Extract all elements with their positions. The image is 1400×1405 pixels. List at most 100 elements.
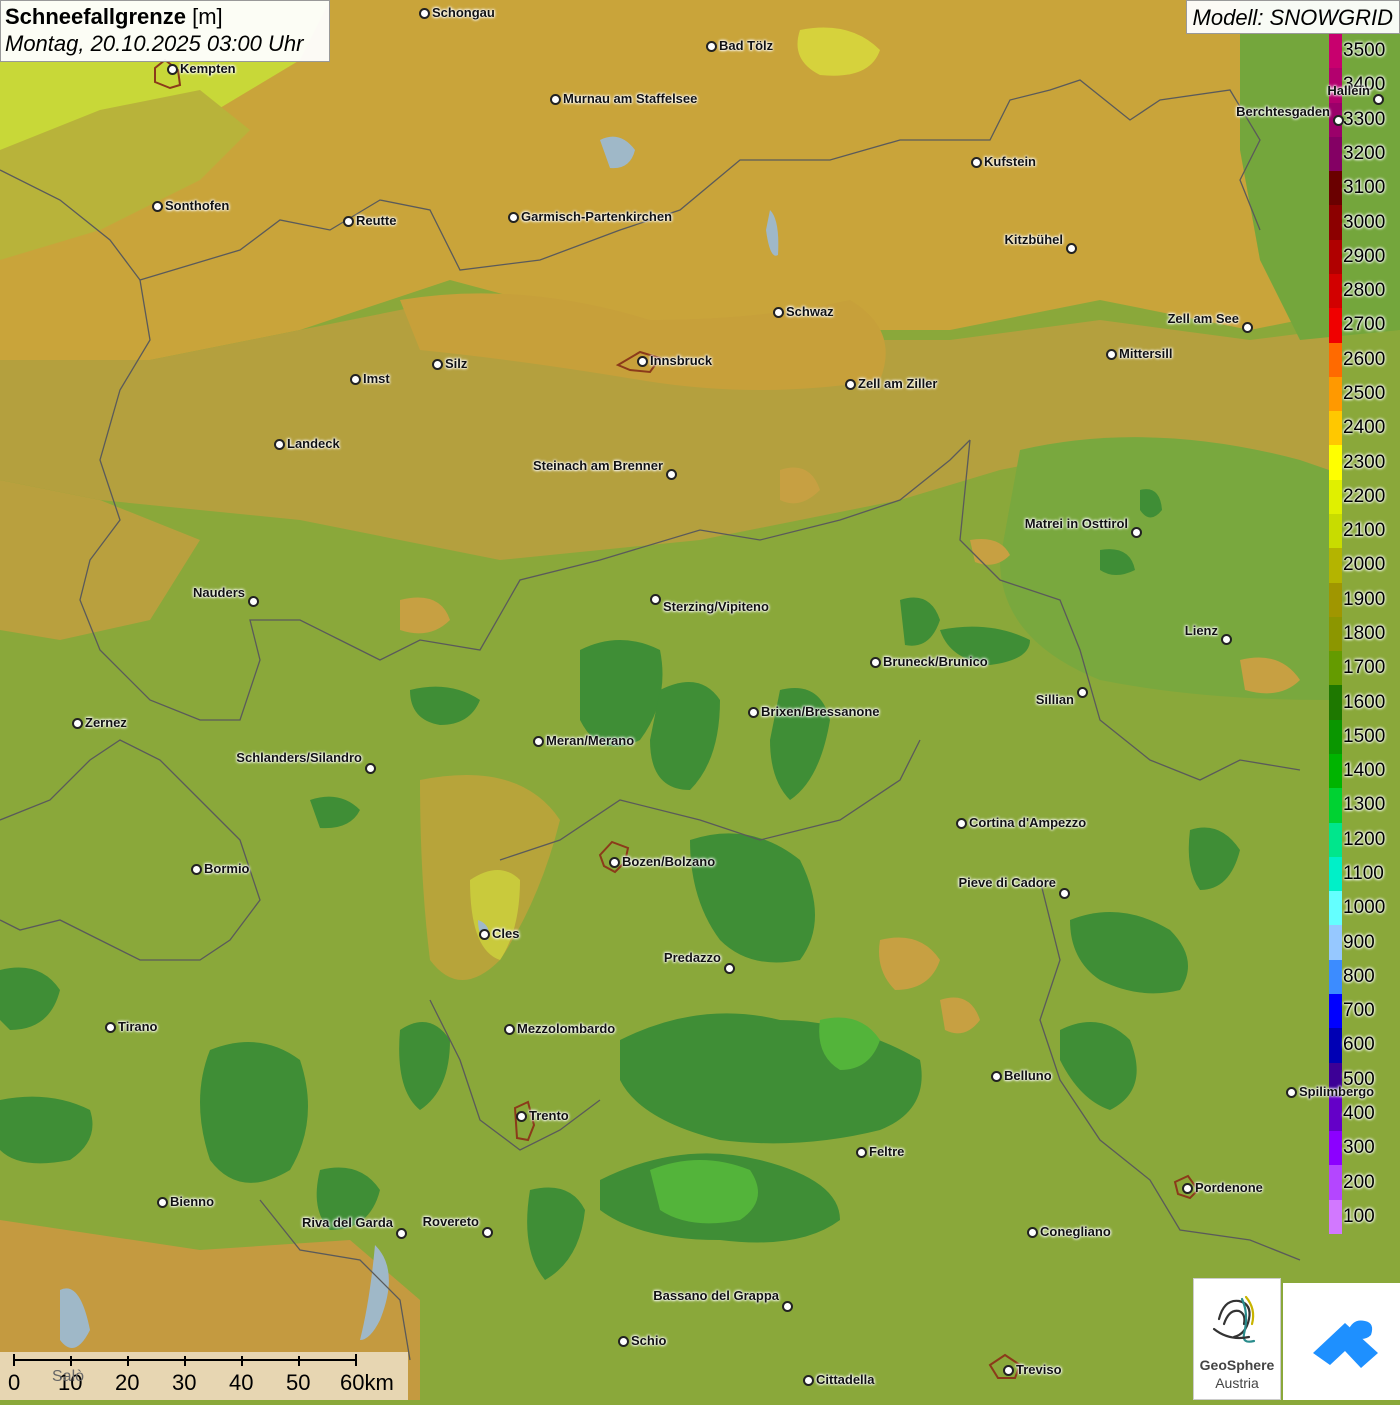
city-dot-icon	[191, 864, 202, 875]
city-dot-icon	[1373, 94, 1384, 105]
city-label: Sterzing/Vipiteno	[663, 599, 769, 614]
geosphere-logo-line2: Austria	[1215, 1375, 1259, 1391]
legend-label: 1400	[1343, 760, 1386, 782]
legend-label: 1300	[1343, 794, 1386, 816]
city-label: Brixen/Bressanone	[761, 704, 880, 719]
city-label: Zernez	[85, 715, 127, 730]
city-label: Tirano	[118, 1019, 158, 1034]
scale-label: 20	[115, 1370, 140, 1395]
city-dot-icon	[1066, 243, 1077, 254]
legend-label: 2800	[1343, 280, 1386, 302]
city-label: Imst	[363, 371, 390, 386]
legend-swatch	[1329, 1028, 1342, 1064]
city-dot-icon	[1106, 349, 1117, 360]
city-label: Hallein	[1327, 83, 1370, 98]
city-label: Schio	[631, 1333, 667, 1348]
scale-label: 30	[172, 1370, 197, 1395]
city-dot-icon	[365, 763, 376, 774]
city-dot-icon	[845, 379, 856, 390]
legend-swatch	[1329, 514, 1342, 549]
legend-label: 1200	[1343, 828, 1386, 850]
city-label: Bruneck/Brunico	[883, 654, 988, 669]
legend-label: 1500	[1343, 725, 1386, 747]
city-dot-icon	[350, 374, 361, 385]
city-dot-icon	[1059, 888, 1070, 899]
city-dot-icon	[724, 963, 735, 974]
city-label: Bozen/Bolzano	[622, 854, 716, 869]
city-dot-icon	[248, 596, 259, 607]
city-label: Cittadella	[816, 1372, 875, 1387]
legend-swatch	[1329, 856, 1342, 892]
geosphere-logo[interactable]: GeoSphere Austria	[1193, 1278, 1281, 1400]
city-label: Zell am Ziller	[858, 376, 938, 391]
city-label: Kufstein	[984, 154, 1036, 169]
city-label: Zell am See	[1167, 311, 1239, 326]
city-dot-icon	[105, 1022, 116, 1033]
city-label: Schwaz	[786, 304, 834, 319]
city-label: Innsbruck	[650, 353, 713, 368]
city-label: Trento	[529, 1108, 569, 1123]
city-label: Belluno	[1004, 1068, 1052, 1083]
city-dot-icon	[396, 1228, 407, 1239]
city-label: Kempten	[180, 61, 236, 76]
city-label: Steinach am Brenner	[532, 458, 663, 473]
legend-swatch	[1329, 376, 1342, 412]
legend-label: 2500	[1343, 383, 1386, 404]
city-label: Mezzolombardo	[517, 1021, 616, 1036]
city-dot-icon	[482, 1227, 493, 1238]
city-dot-icon	[1242, 322, 1253, 333]
city-dot-icon	[748, 707, 759, 718]
city-label: Feltre	[869, 1144, 905, 1159]
legend-swatch	[1329, 479, 1342, 515]
map-title-box: Schneefallgrenze [m] Montag, 20.10.2025 …	[0, 0, 330, 62]
legend-swatch	[1329, 1165, 1342, 1201]
legend-label: 800	[1343, 965, 1375, 987]
city-dot-icon	[956, 818, 967, 829]
legend-label: 300	[1343, 1137, 1375, 1159]
legend-swatch	[1329, 719, 1342, 755]
app-logo-icon	[1313, 1320, 1378, 1368]
legend-label: 3100	[1343, 177, 1386, 199]
city-dot-icon	[773, 307, 784, 318]
city-label: Matrei in Osttirol	[1024, 516, 1128, 531]
city-dot-icon	[157, 1197, 168, 1208]
city-dot-icon	[479, 929, 490, 940]
legend-label: 100	[1343, 1205, 1375, 1227]
legend-label: 2600	[1343, 348, 1386, 370]
legend-swatch	[1329, 959, 1342, 995]
city-label: Bormio	[204, 861, 250, 876]
legend-label: 3500	[1343, 40, 1386, 62]
color-legend: 3500 3400 3300 3200 3100 3000 2900 2800 2700 2600…	[1329, 34, 1400, 1235]
city-dot-icon	[72, 718, 83, 729]
legend-swatch	[1329, 239, 1342, 275]
city-dot-icon	[432, 359, 443, 370]
city-dot-icon	[666, 469, 677, 480]
city-dot-icon	[1027, 1227, 1038, 1238]
city-dot-icon	[167, 64, 178, 75]
city-dot-icon	[782, 1301, 793, 1312]
city-dot-icon	[856, 1147, 867, 1158]
city-dot-icon	[650, 594, 661, 605]
city-label: Reutte	[356, 213, 397, 228]
legend-swatch	[1329, 925, 1342, 961]
city-dot-icon	[803, 1375, 814, 1386]
city-dot-icon	[550, 94, 561, 105]
city-dot-icon	[1221, 634, 1232, 645]
city-label: Sonthofen	[165, 198, 230, 213]
city-dot-icon	[516, 1111, 527, 1122]
legend-swatch	[1329, 788, 1342, 824]
city-label: Lienz	[1184, 623, 1218, 638]
city-dot-icon	[1333, 115, 1344, 126]
legend-label: 2900	[1343, 245, 1386, 267]
map-title: Schneefallgrenze [m]	[5, 4, 223, 29]
city-dot-icon	[533, 736, 544, 747]
city-label: Meran/Merano	[546, 733, 635, 748]
legend-swatch	[1329, 685, 1342, 721]
legend-label: 1900	[1343, 588, 1386, 610]
app-logo[interactable]	[1283, 1283, 1400, 1400]
legend-label: 900	[1343, 931, 1375, 953]
city-label: Conegliano	[1040, 1224, 1111, 1239]
city-dot-icon	[152, 201, 163, 212]
legend-swatch	[1329, 1199, 1342, 1235]
city-label: Bienno	[170, 1194, 215, 1209]
